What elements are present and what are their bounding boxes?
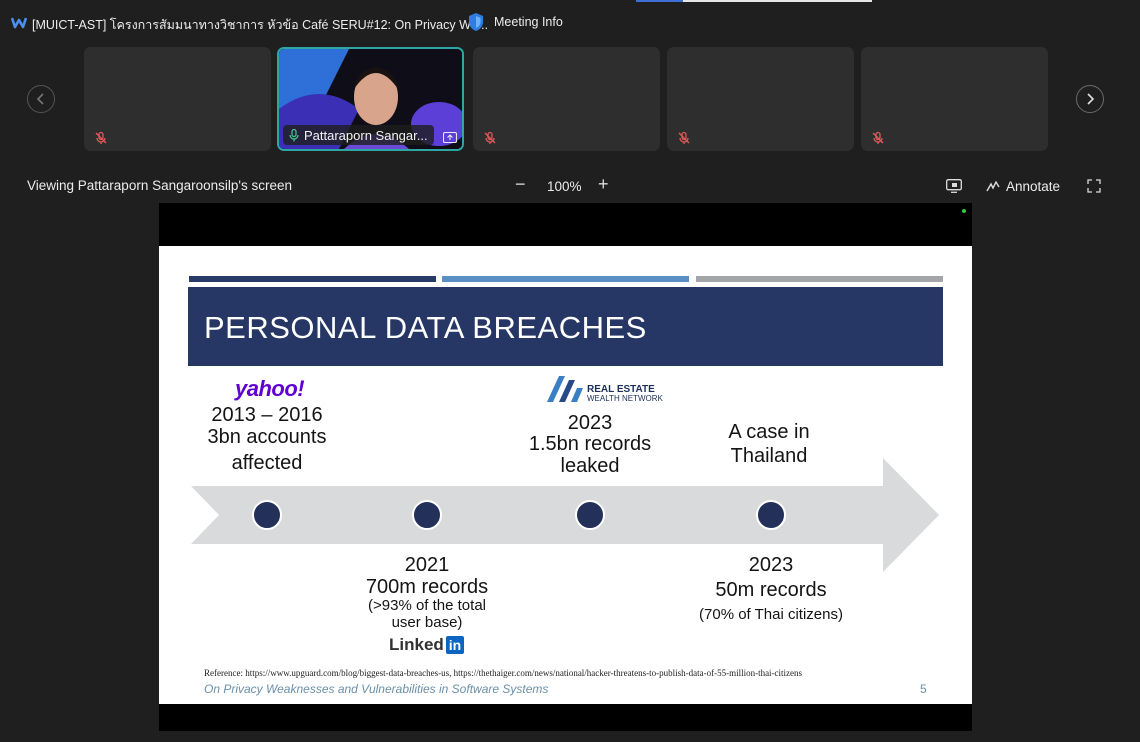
participant-tile[interactable] (473, 47, 660, 151)
timeline-dot (412, 500, 442, 530)
event-year: 2021 (404, 554, 450, 576)
real-estate-wealth-network-logo: REAL ESTATE WEALTH NETWORK (545, 374, 663, 404)
participant-name-bar: Pattaraporn Sangar... (283, 125, 434, 145)
annotate-pen-icon (986, 180, 1000, 191)
event-line: 700m records (365, 576, 489, 598)
slide-title-banner: PERSONAL DATA BREACHES (188, 287, 943, 366)
accent-bar (696, 276, 943, 282)
slide-reference: Reference: https://www.upguard.com/blog/… (204, 668, 803, 678)
muted-mic-icon (872, 131, 884, 144)
zoom-level: 100% (547, 179, 582, 194)
accent-bar (189, 276, 436, 282)
slide-title: PERSONAL DATA BREACHES (204, 310, 647, 345)
event-year: 2013 – 2016 (211, 404, 323, 426)
muted-mic-icon (484, 131, 496, 144)
shield-icon[interactable] (467, 12, 485, 32)
zoom-out-button[interactable]: − (515, 174, 526, 195)
participant-tile[interactable] (861, 47, 1048, 151)
window-title: [MUICT-AST] โครงการสัมมนาทางวิชาการ หัวข… (32, 18, 489, 32)
muted-mic-icon (678, 131, 690, 144)
title-bar: [MUICT-AST] โครงการสัมมนาทางวิชาการ หัวข… (0, 0, 1140, 46)
meeting-info-link[interactable]: Meeting Info (494, 15, 563, 29)
timeline-dot (575, 500, 605, 530)
slide-footer: On Privacy Weaknesses and Vulnerabilitie… (204, 682, 549, 696)
event-line: 3bn accounts (207, 426, 327, 448)
participant-tile[interactable] (667, 47, 854, 151)
event-line: A case in (728, 421, 810, 443)
event-yahoo: 2013 – 2016 3bn accounts affected (187, 404, 347, 474)
event-thailand-details: 2023 50m records (70% of Thai citizens) (681, 554, 861, 624)
presentation-slide: PERSONAL DATA BREACHES yahoo! 2013 – 201… (159, 246, 972, 704)
linkedin-logo-text: Linked (389, 635, 444, 654)
next-page-button[interactable] (1076, 85, 1104, 113)
annotate-label: Annotate (1006, 179, 1061, 194)
participant-tile-active[interactable]: Pattaraporn Sangar... (277, 47, 464, 151)
event-note: (70% of Thai citizens) (699, 606, 843, 623)
linkedin-logo-badge: in (445, 636, 465, 654)
accent-bar (442, 276, 689, 282)
webex-logo-icon (11, 17, 27, 29)
zoom-in-button[interactable]: + (598, 174, 609, 195)
event-year: 2023 (567, 412, 613, 434)
rewn-logo-subtext: WEALTH NETWORK (587, 394, 663, 403)
event-line: Thailand (730, 445, 808, 467)
event-note: (>93% of the total (368, 597, 486, 614)
mic-icon (289, 128, 299, 141)
fullscreen-icon[interactable] (1087, 179, 1101, 193)
sharing-screen-icon (443, 132, 457, 144)
previous-page-button[interactable] (27, 85, 55, 113)
slide-page-number: 5 (920, 682, 927, 696)
status-indicator (962, 209, 966, 213)
yahoo-logo: yahoo! (235, 376, 305, 401)
event-year: 2023 (748, 554, 794, 576)
event-line: affected (231, 452, 303, 474)
event-line: leaked (560, 455, 620, 477)
participant-tile[interactable] (84, 47, 271, 151)
viewing-screen-label: Viewing Pattaraporn Sangaroonsilp's scre… (27, 178, 292, 193)
event-line: 50m records (715, 579, 827, 601)
event-line: 1.5bn records (528, 433, 652, 455)
event-thailand: A case in Thailand (689, 421, 849, 467)
shared-screen[interactable]: PERSONAL DATA BREACHES yahoo! 2013 – 201… (159, 203, 972, 731)
muted-mic-icon (95, 131, 107, 144)
timeline-dot (252, 500, 282, 530)
timeline-dot (756, 500, 786, 530)
chevron-left-icon (36, 93, 44, 105)
participant-name: Pattaraporn Sangar... (304, 127, 428, 143)
top-progress-bar (636, 0, 872, 2)
rewn-logo-mark (547, 376, 583, 402)
chevron-right-icon (1087, 93, 1095, 105)
event-linkedin: 2021 700m records (>93% of the total use… (347, 554, 507, 631)
event-real-estate: 2023 1.5bn records leaked (510, 412, 670, 477)
linkedin-logo: Linked in (389, 635, 465, 655)
screen-options-icon[interactable] (946, 179, 962, 193)
event-note: user base) (391, 613, 463, 631)
annotate-button[interactable]: Annotate (986, 179, 1060, 194)
